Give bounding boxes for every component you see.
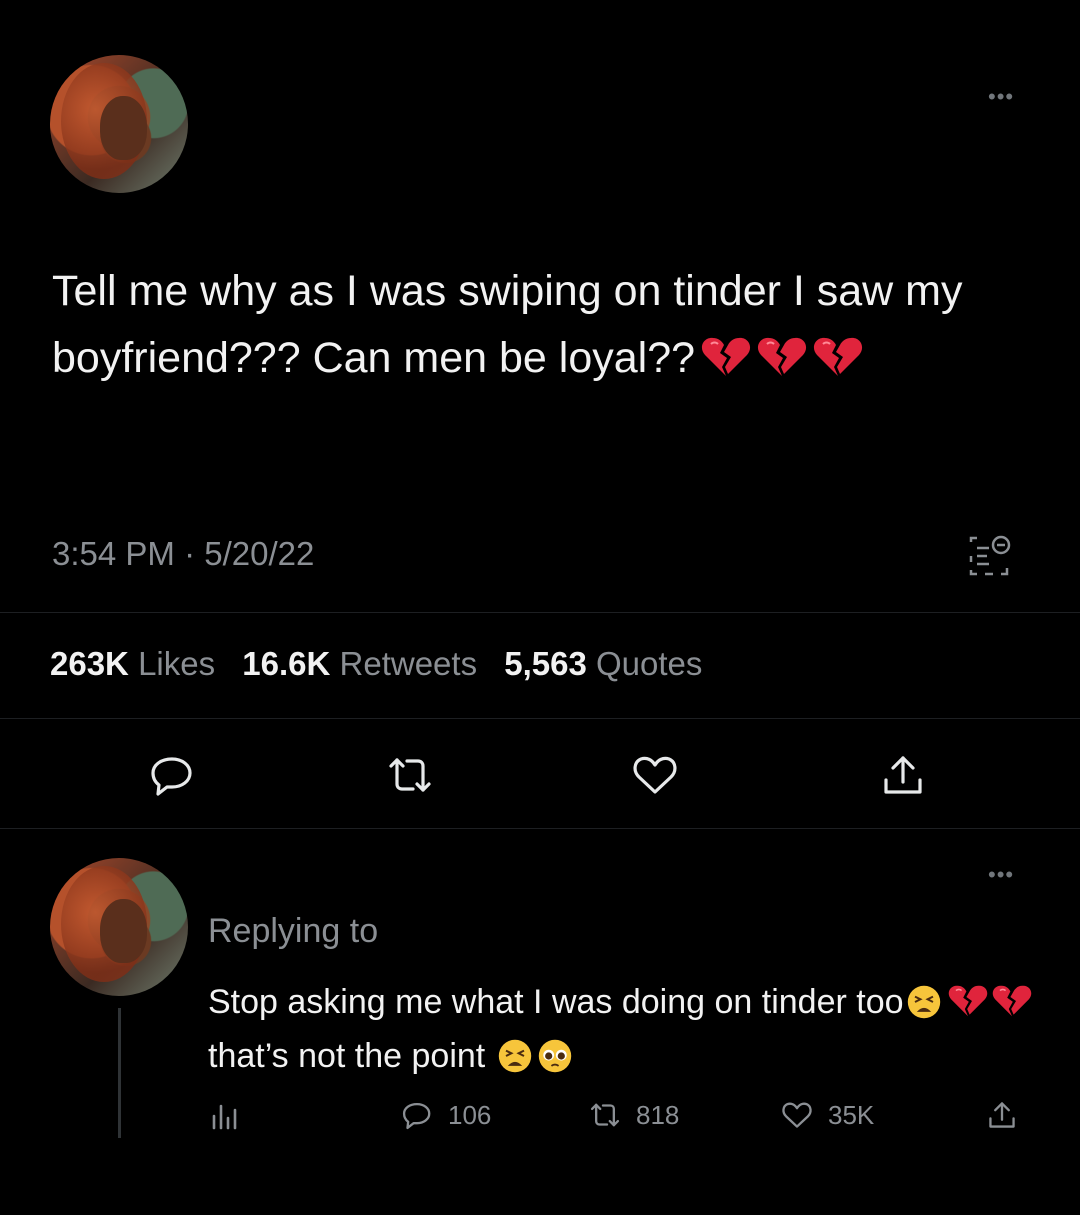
divider	[0, 718, 1080, 719]
retweet-button[interactable]: 818	[588, 1098, 679, 1132]
divider	[0, 612, 1080, 613]
more-options-icon[interactable]: •••	[988, 84, 1014, 110]
reply-text-part2: that’s not the point	[208, 1037, 486, 1075]
quotes-label: Quotes	[596, 645, 703, 682]
share-icon[interactable]	[878, 750, 928, 800]
thread-line	[118, 1008, 121, 1138]
more-options-icon[interactable]: •••	[988, 862, 1014, 888]
share-icon	[989, 1102, 1015, 1128]
broken-heart-emoji	[701, 336, 751, 378]
tweet-text: Tell me why as I was swiping on tinder I…	[52, 258, 1042, 392]
share-button[interactable]	[985, 1098, 1033, 1132]
like-icon	[782, 1102, 812, 1128]
divider	[0, 828, 1080, 829]
tweet-timestamp[interactable]: 3:54 PM · 5/20/22	[52, 535, 314, 573]
author-avatar[interactable]	[50, 55, 188, 193]
retweet-count: 818	[636, 1099, 680, 1130]
tired-face-emoji	[497, 1038, 533, 1074]
tweet-time: 3:54 PM	[52, 535, 175, 572]
tired-face-emoji	[906, 984, 942, 1020]
likes-label: Likes	[138, 645, 216, 682]
analytics-icon	[212, 1104, 237, 1130]
retweet-icon[interactable]	[385, 750, 435, 800]
reply-count: 106	[448, 1099, 492, 1130]
likes-count-link[interactable]: 263K Likes	[50, 645, 233, 682]
tweet-date: 5/20/22	[204, 535, 315, 572]
like-count: 35K	[828, 1099, 875, 1130]
pleading-face-emoji	[537, 1038, 573, 1074]
replying-to-label: Replying to	[208, 912, 379, 950]
reply-author-avatar[interactable]	[50, 858, 188, 996]
retweet-icon	[590, 1103, 620, 1127]
timestamp-separator: ·	[184, 535, 196, 572]
view-source-icon[interactable]	[965, 532, 1013, 580]
broken-heart-emoji	[757, 336, 807, 378]
quotes-count: 5,563	[504, 645, 587, 682]
reply-icon	[402, 1102, 431, 1130]
engagement-stats: 263K Likes 16.6K Retweets 5,563 Quotes	[50, 645, 720, 683]
retweets-count: 16.6K	[242, 645, 331, 682]
quotes-count-link[interactable]: 5,563 Quotes	[504, 645, 720, 682]
retweets-label: Retweets	[339, 645, 478, 682]
like-button[interactable]: 35K	[780, 1098, 874, 1132]
broken-heart-emoji	[813, 336, 863, 378]
like-icon[interactable]	[630, 750, 680, 800]
reply-button[interactable]: 106	[400, 1098, 491, 1132]
retweets-count-link[interactable]: 16.6K Retweets	[242, 645, 495, 682]
reply-text: Stop asking me what I was doing on tinde…	[208, 975, 1038, 1083]
reply-text-part1: Stop asking me what I was doing on tinde…	[208, 983, 904, 1021]
analytics-button[interactable]	[208, 1098, 256, 1132]
likes-count: 263K	[50, 645, 129, 682]
broken-heart-emoji	[992, 984, 1032, 1018]
reply-icon[interactable]	[147, 750, 197, 800]
broken-heart-emoji	[948, 984, 988, 1018]
